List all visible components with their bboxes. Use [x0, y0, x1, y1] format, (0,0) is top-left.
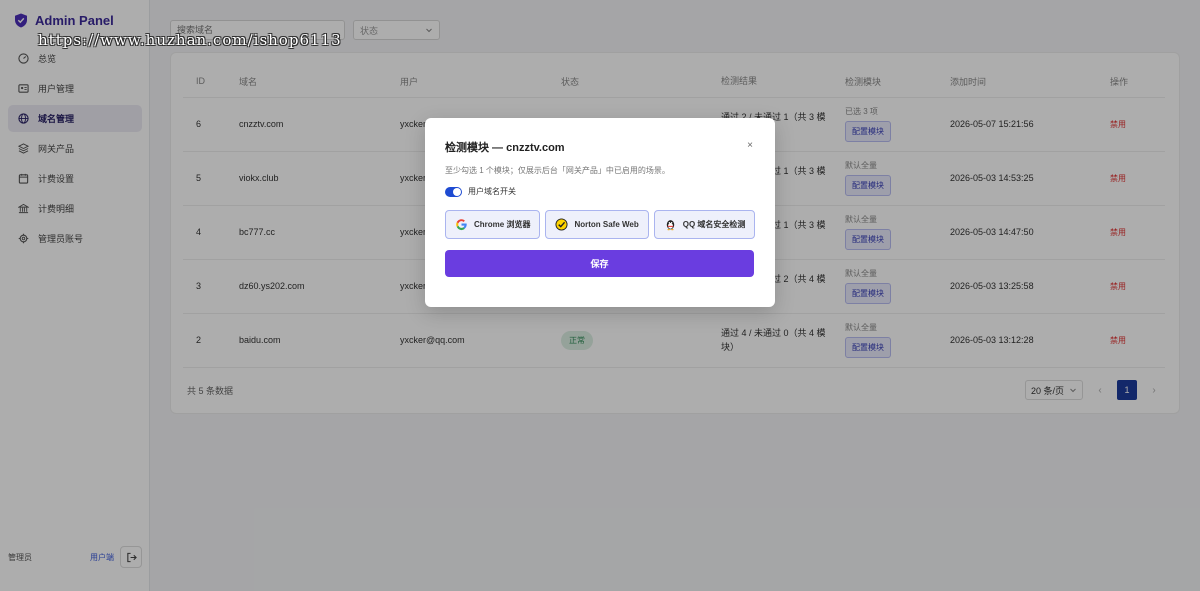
google-icon — [456, 219, 467, 231]
save-button[interactable]: 保存 — [445, 250, 754, 277]
module-options: Chrome 浏览器 Norton Safe Web QQ 域名安全检测 — [445, 210, 756, 239]
qq-penguin-icon — [666, 220, 674, 231]
modal-title: 检测模块 — cnzztv.com — [445, 142, 565, 154]
module-label: Norton Safe Web — [574, 220, 639, 229]
module-label: QQ 域名安全检测 — [682, 220, 746, 229]
watermark-text: https://www.huzhan.com/ishop6113 — [38, 31, 342, 49]
norton-check-icon — [555, 218, 568, 231]
modal-hint: 至少勾选 1 个模块；仅展示后台「网关产品」中已启用的场景。 — [445, 166, 670, 175]
modal-close-button[interactable]: × — [747, 140, 753, 151]
user-domain-toggle[interactable] — [445, 186, 462, 197]
detection-modules-modal: 检测模块 — cnzztv.com × 至少勾选 1 个模块；仅展示后台「网关产… — [425, 118, 775, 307]
user-domain-toggle-label: 用户域名开关 — [468, 187, 516, 196]
module-norton-button[interactable]: Norton Safe Web — [545, 210, 649, 239]
user-domain-toggle-row: 用户域名开关 — [445, 186, 516, 197]
module-chrome-button[interactable]: Chrome 浏览器 — [445, 210, 541, 239]
module-qq-button[interactable]: QQ 域名安全检测 — [653, 210, 756, 239]
module-label: Chrome 浏览器 — [474, 220, 531, 229]
